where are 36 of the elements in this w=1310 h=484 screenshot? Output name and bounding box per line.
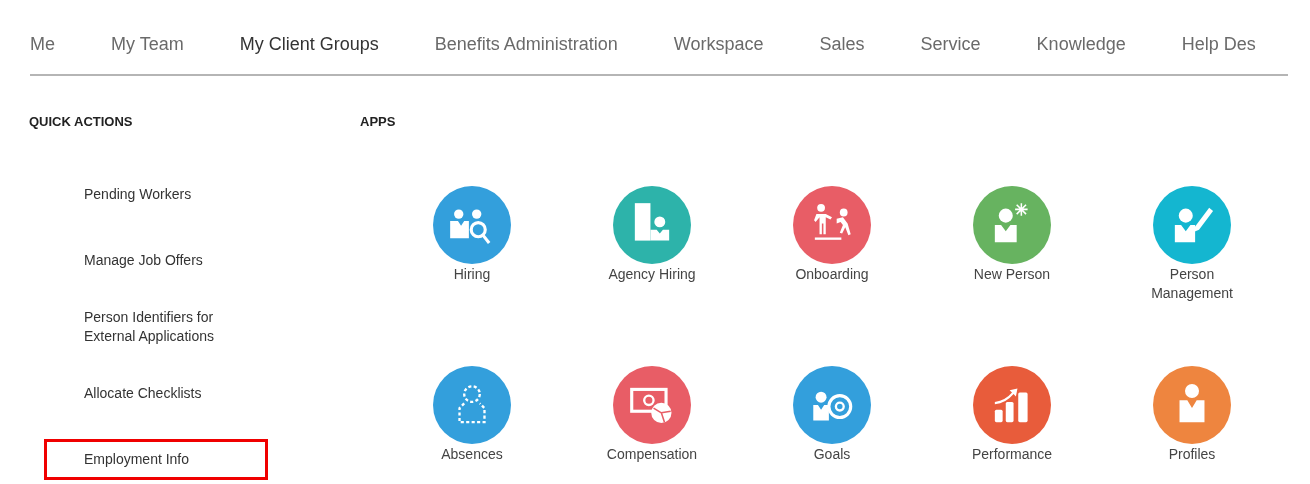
nav-tab[interactable]: Workspace (673, 0, 796, 74)
app-label[interactable]: Hiring (422, 265, 522, 284)
agency-app-icon[interactable] (613, 186, 691, 264)
newperson-app-icon[interactable] (973, 186, 1051, 264)
profiles-app-icon[interactable] (1153, 366, 1231, 444)
goals-app-icon[interactable] (793, 366, 871, 444)
nav-tab[interactable]: Knowledge (1036, 0, 1158, 74)
app-label[interactable]: New Person (962, 265, 1062, 284)
app-label[interactable]: Profiles (1142, 445, 1242, 464)
nav-tab[interactable]: Me (30, 0, 87, 74)
quick-action-link[interactable]: Person Identifiers for External Applications (44, 297, 268, 357)
hiring-app-icon[interactable] (433, 186, 511, 264)
app-label[interactable]: Goals (782, 445, 882, 464)
onboarding-app-icon[interactable] (793, 186, 871, 264)
app-label[interactable]: Agency Hiring (602, 265, 702, 284)
absences-app-icon[interactable] (433, 366, 511, 444)
app-label[interactable]: Person Management (1142, 265, 1242, 303)
section-heading: APPS (360, 114, 397, 131)
compensation-app-icon[interactable] (613, 366, 691, 444)
nav-tab[interactable]: My Client Groups (239, 0, 411, 74)
quick-action-link[interactable]: Employment Info (44, 439, 268, 480)
personedit-app-icon[interactable] (1153, 186, 1231, 264)
nav-tab[interactable]: Help Des (1181, 0, 1288, 74)
app-label[interactable]: Performance (962, 445, 1062, 464)
app-label[interactable]: Compensation (602, 445, 702, 464)
nav-tab[interactable]: My Team (111, 0, 216, 74)
nav-tab[interactable]: Service (920, 0, 1013, 74)
app-label[interactable]: Onboarding (782, 265, 882, 284)
nav-tab[interactable]: Benefits Administration (434, 0, 650, 74)
performance-app-icon[interactable] (973, 366, 1051, 444)
quick-action-link[interactable]: Pending Workers (44, 174, 268, 215)
app-label[interactable]: Absences (422, 445, 522, 464)
quick-action-link[interactable]: Allocate Checklists (44, 373, 268, 414)
section-heading: QUICK ACTIONS (29, 114, 134, 131)
quick-action-link[interactable]: Manage Job Offers (44, 240, 268, 281)
nav-tab[interactable]: Sales (819, 0, 897, 74)
